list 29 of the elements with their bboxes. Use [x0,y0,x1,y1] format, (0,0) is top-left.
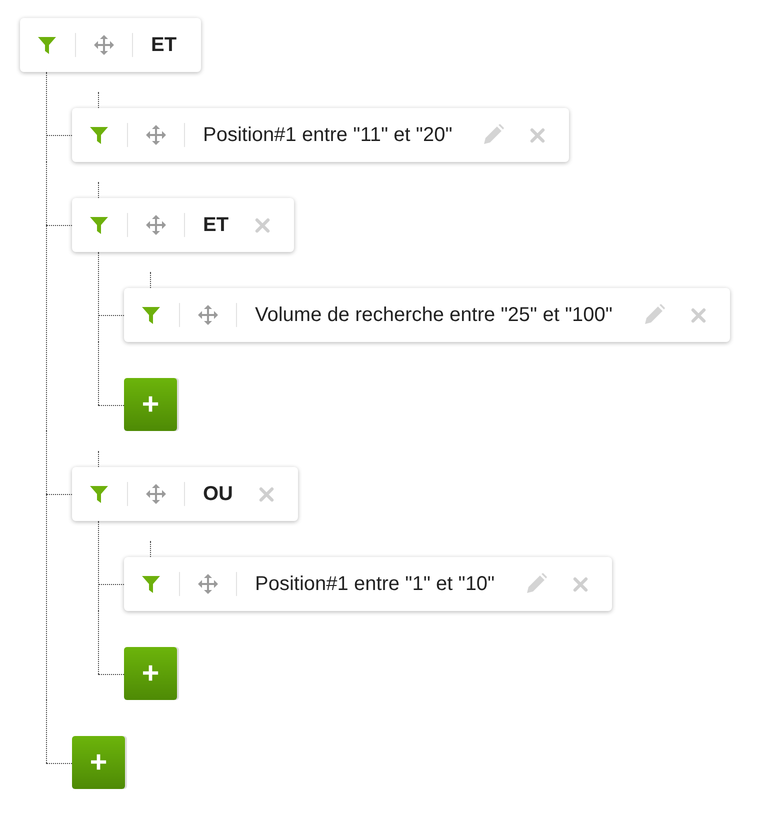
move-icon[interactable] [146,215,166,235]
add-button[interactable]: + [124,378,177,431]
edit-icon[interactable] [642,304,665,326]
condition-label: ET [151,34,177,56]
condition-label: OU [203,482,233,506]
filter-icon[interactable] [141,305,161,325]
close-icon[interactable] [259,486,274,502]
add-button[interactable]: + [124,647,177,700]
condition-label: ET [203,214,229,236]
move-icon[interactable] [146,484,166,504]
move-icon[interactable] [198,305,218,325]
condition-label: Volume de recherche entre "25" et "100" [255,304,613,326]
filter-icon[interactable] [141,574,161,594]
condition-label: Position#1 entre "1" et "10" [255,572,495,596]
close-icon[interactable] [530,128,546,142]
filter-icon[interactable] [89,215,109,235]
edit-icon[interactable] [482,124,504,146]
close-icon[interactable] [572,576,588,592]
close-icon[interactable] [254,218,270,232]
filter-icon[interactable] [89,125,109,145]
move-icon[interactable] [146,125,166,145]
move-icon[interactable] [94,35,114,55]
condition-label: Position#1 entre "11" et "20" [203,124,452,146]
filter-icon[interactable] [89,484,109,504]
move-icon[interactable] [198,574,218,594]
edit-icon[interactable] [524,573,547,595]
close-icon[interactable] [690,308,706,322]
add-button[interactable]: + [72,736,125,789]
filter-icon[interactable] [37,35,57,55]
